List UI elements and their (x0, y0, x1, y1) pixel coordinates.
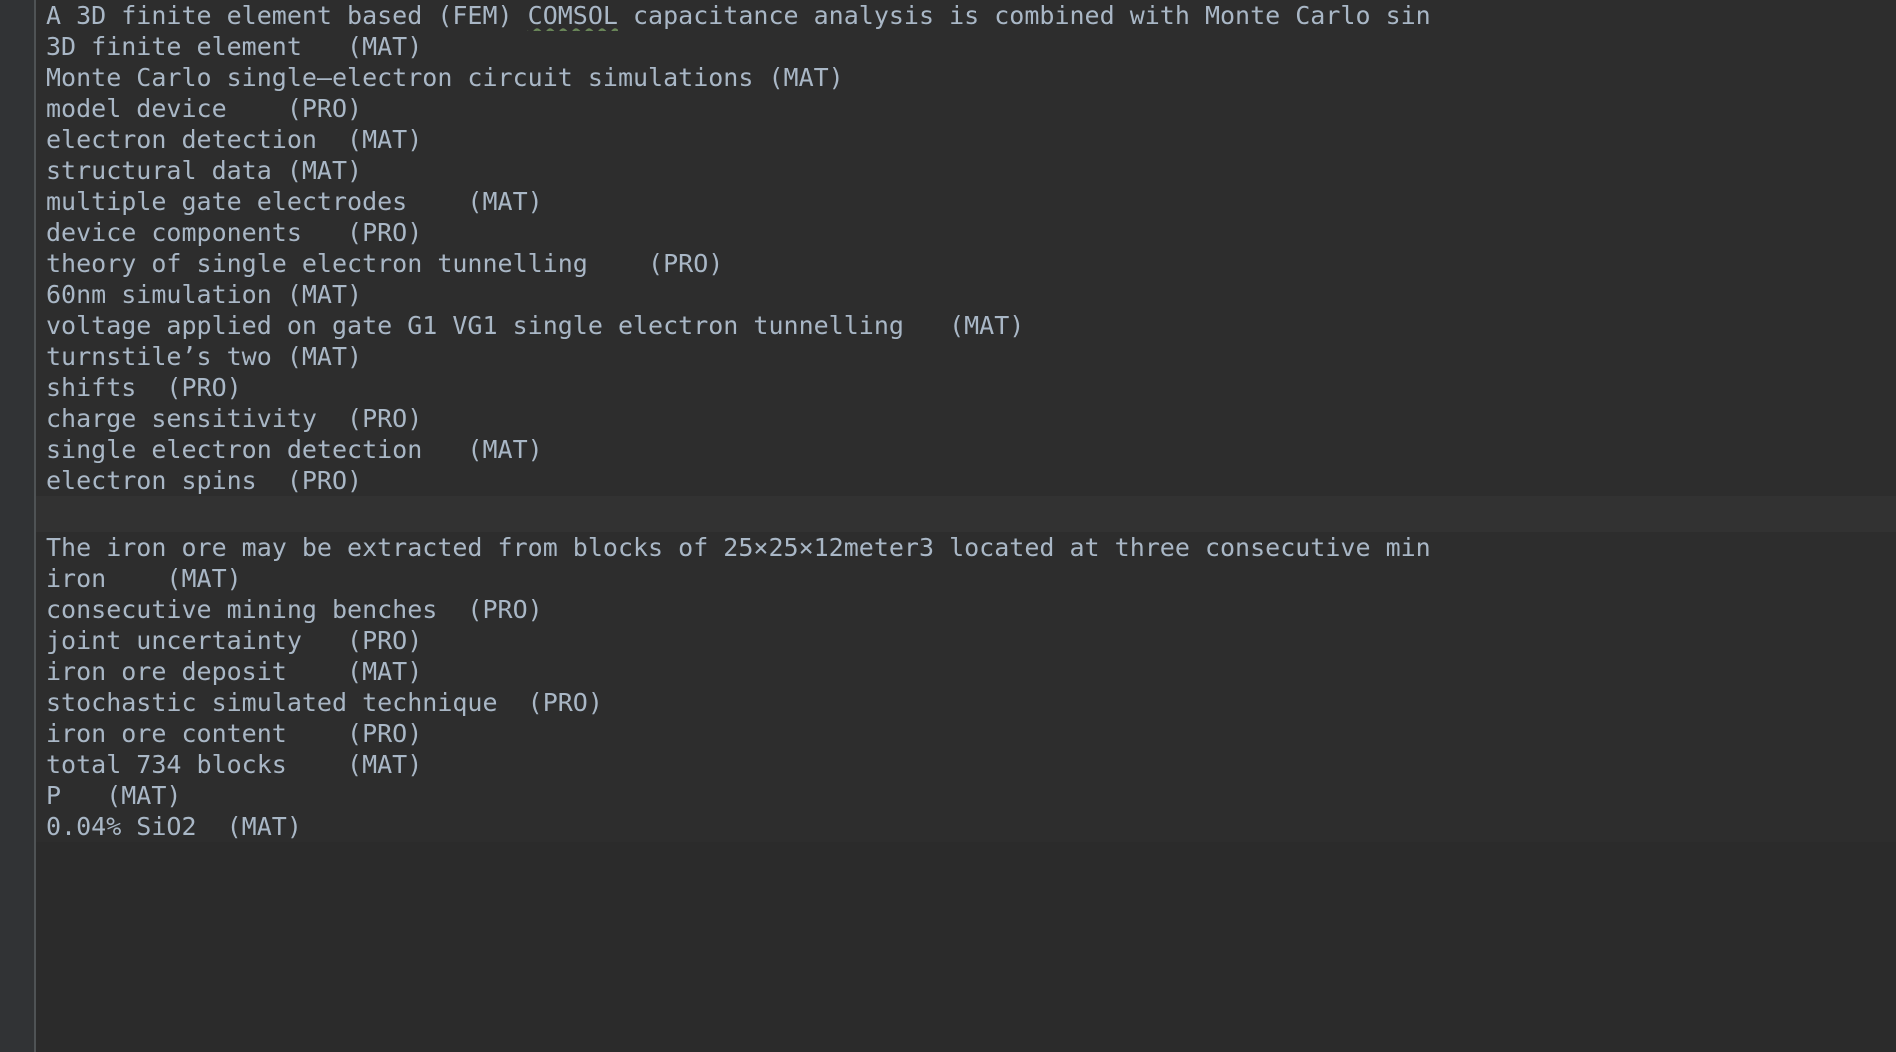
source-text-after-misspelled: capacitance analysis is combined with Mo… (617, 1, 1431, 30)
annotation-block[interactable]: The iron ore may be extracted from block… (36, 532, 1896, 842)
annotation-line[interactable]: Monte Carlo single–electron circuit simu… (36, 62, 1896, 93)
annotation-line[interactable]: single electron detection (MAT) (36, 434, 1896, 465)
annotation-line[interactable]: consecutive mining benches (PRO) (36, 594, 1896, 625)
editor-text-surface[interactable]: A 3D finite element based (FEM) COMSOL c… (36, 0, 1896, 1052)
annotation-line[interactable]: 3D finite element (MAT) (36, 31, 1896, 62)
editor-gutter[interactable] (0, 0, 34, 1052)
annotation-line[interactable]: turnstile’s two (MAT) (36, 341, 1896, 372)
source-text-before-misspelled: A 3D finite element based (FEM) (46, 1, 528, 30)
annotation-line[interactable]: iron ore deposit (MAT) (36, 656, 1896, 687)
text-editor[interactable]: A 3D finite element based (FEM) COMSOL c… (0, 0, 1896, 1052)
annotation-line[interactable]: charge sensitivity (PRO) (36, 403, 1896, 434)
source-sentence-line: The iron ore may be extracted from block… (36, 532, 1896, 563)
block-separator-gap (36, 496, 1896, 532)
annotation-line[interactable]: device components (PRO) (36, 217, 1896, 248)
annotation-line[interactable]: P (MAT) (36, 780, 1896, 811)
annotation-block[interactable]: A 3D finite element based (FEM) COMSOL c… (36, 0, 1896, 496)
misspelled-word-comsol[interactable]: COMSOL (528, 1, 618, 30)
annotation-line[interactable]: voltage applied on gate G1 VG1 single el… (36, 310, 1896, 341)
annotation-line[interactable]: 0.04% SiO2 (MAT) (36, 811, 1896, 842)
annotation-line[interactable]: model device (PRO) (36, 93, 1896, 124)
annotation-line[interactable]: shifts (PRO) (36, 372, 1896, 403)
annotation-line[interactable]: total 734 blocks (MAT) (36, 749, 1896, 780)
annotation-line[interactable]: iron ore content (PRO) (36, 718, 1896, 749)
annotation-line[interactable]: joint uncertainty (PRO) (36, 625, 1896, 656)
annotation-line[interactable]: electron detection (MAT) (36, 124, 1896, 155)
gutter-separator-rule (34, 0, 36, 1052)
annotation-line[interactable]: electron spins (PRO) (36, 465, 1896, 496)
annotation-line[interactable]: stochastic simulated technique (PRO) (36, 687, 1896, 718)
source-sentence-line: A 3D finite element based (FEM) COMSOL c… (36, 0, 1896, 31)
annotation-line[interactable]: iron (MAT) (36, 563, 1896, 594)
annotation-line[interactable]: 60nm simulation (MAT) (36, 279, 1896, 310)
source-text: The iron ore may be extracted from block… (46, 533, 1431, 562)
annotation-line[interactable]: structural data (MAT) (36, 155, 1896, 186)
annotation-line[interactable]: theory of single electron tunnelling (PR… (36, 248, 1896, 279)
annotation-line[interactable]: multiple gate electrodes (MAT) (36, 186, 1896, 217)
